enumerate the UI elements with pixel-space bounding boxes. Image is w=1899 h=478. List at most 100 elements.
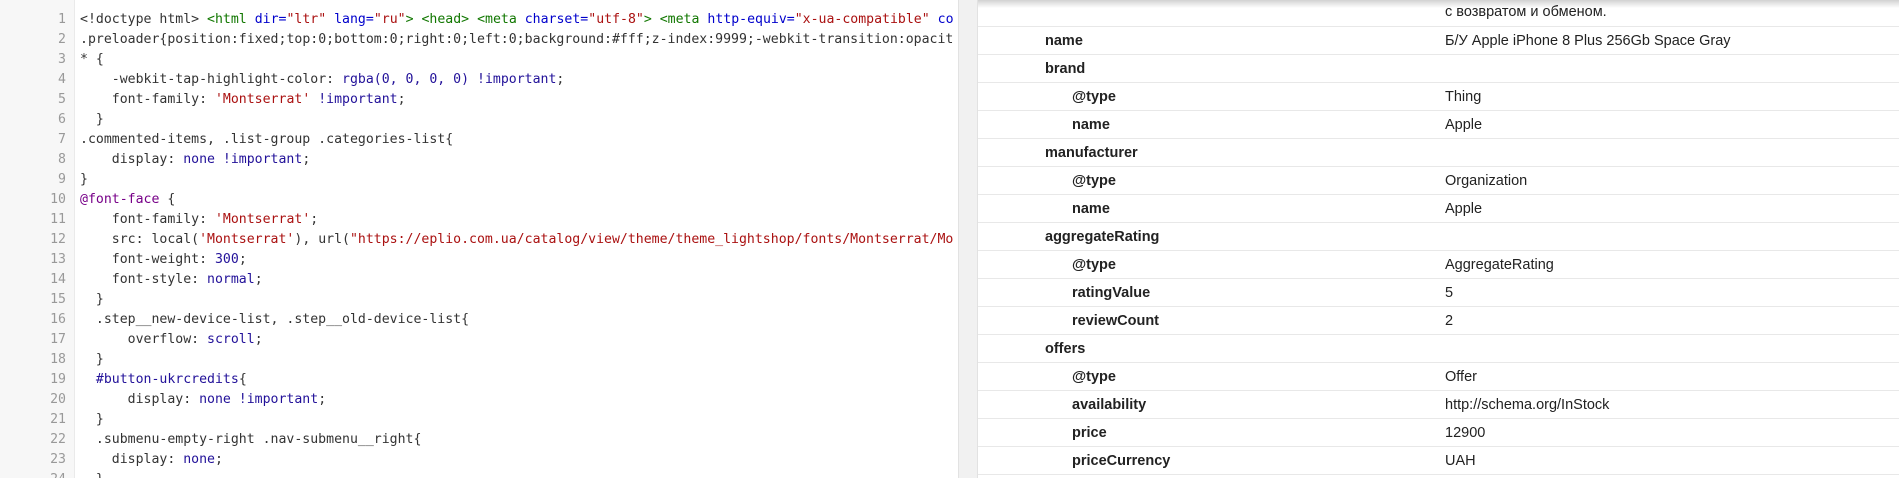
code-token: none !important — [183, 152, 303, 167]
code-text: } — [80, 170, 88, 190]
code-token: {position:fixed;top:0;bottom:0;right:0;l… — [159, 32, 954, 47]
code-token: .preloader — [80, 32, 160, 47]
code-text: -webkit-tap-highlight-color: rgba(0, 0, … — [80, 70, 565, 90]
code-line[interactable]: 6 } — [0, 110, 958, 130]
code-line[interactable]: 21 } — [0, 410, 958, 430]
code-token: } — [80, 112, 104, 127]
code-line[interactable]: 12 src: local('Montserrat'), url("https:… — [0, 230, 958, 250]
property-value: http://schema.org/InStock — [1445, 397, 1610, 413]
property-key: availability — [1072, 397, 1147, 413]
code-token: <!doctype html> — [80, 12, 208, 27]
code-token: none — [183, 452, 215, 467]
code-text: } — [80, 290, 104, 310]
code-token: <meta — [477, 12, 525, 27]
code-token: http-equiv= — [707, 12, 795, 27]
code-lines[interactable]: 1 <!doctype html> <html dir="ltr" lang="r… — [0, 10, 958, 478]
property-value: Apple — [1445, 201, 1483, 217]
pane-divider-scrollbar[interactable] — [958, 0, 978, 478]
line-number: 21 — [50, 412, 66, 427]
data-row: availability http://schema.org/InStock — [978, 391, 1899, 419]
data-row: offers — [978, 335, 1899, 363]
code-token: "ru" — [373, 12, 406, 27]
data-row: name Apple — [978, 111, 1899, 139]
data-row: @type AggregateRating — [978, 251, 1899, 279]
line-number: 18 — [50, 352, 66, 367]
code-line[interactable]: 8 display: none !important; — [0, 150, 958, 170]
line-number: 17 — [50, 332, 66, 347]
line-number: 22 — [50, 432, 66, 447]
code-line[interactable]: 18 } — [0, 350, 958, 370]
code-line[interactable]: 24 } — [0, 470, 958, 478]
code-text: .submenu-empty-right .nav-submenu__right… — [80, 430, 422, 450]
data-row: aggregateRating — [978, 223, 1899, 251]
code-line[interactable]: 5 font-family: 'Montserrat' !important; — [0, 90, 958, 110]
line-number: 7 — [58, 132, 66, 147]
code-token: none !important — [199, 392, 319, 407]
code-text: .commented-items, .list-group .categorie… — [80, 130, 453, 150]
code-token: .submenu-empty-right .nav-submenu__right… — [80, 432, 422, 447]
code-line[interactable]: 2 .preloader{position:fixed;top:0;bottom:… — [0, 30, 958, 50]
property-key: reviewCount — [1072, 313, 1160, 329]
code-token: > — [405, 12, 414, 27]
code-token: normal — [207, 272, 255, 287]
code-line[interactable]: 15 } — [0, 290, 958, 310]
code-text: font-family: 'Montserrat'; — [80, 210, 318, 230]
code-token: font-family: — [80, 212, 215, 227]
code-token: ; — [397, 92, 406, 107]
property-key: aggregateRating — [1045, 229, 1160, 245]
code-token: } — [80, 412, 104, 427]
code-token: ; — [310, 212, 319, 227]
code-token: } — [80, 472, 104, 478]
property-key: @type — [1072, 369, 1116, 385]
code-line[interactable]: 19 #button-ukrcredits{ — [0, 370, 958, 390]
code-line[interactable]: 9} — [0, 170, 958, 190]
structured-data-pane: с возвратом и обменом. name Б/У Apple iPh… — [978, 0, 1899, 478]
code-token: ; — [214, 452, 223, 467]
property-key: offers — [1045, 341, 1086, 357]
code-line[interactable]: 3 * { — [0, 50, 958, 70]
code-token: ; — [254, 272, 263, 287]
code-line[interactable]: 4 -webkit-tap-highlight-color: rgba(0, 0… — [0, 70, 958, 90]
code-token: 'Montserrat' — [214, 92, 311, 107]
property-value: 12900 — [1445, 425, 1486, 441]
code-line[interactable]: 22 .submenu-empty-right .nav-submenu__ri… — [0, 430, 958, 450]
code-text: } — [80, 470, 104, 478]
property-value: Apple — [1445, 117, 1483, 133]
code-token: font-weight: — [80, 252, 215, 267]
code-line[interactable]: 1 <!doctype html> <html dir="ltr" lang="r… — [0, 10, 958, 30]
code-token: 'Montserrat' — [199, 232, 295, 247]
data-row: reviewCount 2 — [978, 307, 1899, 335]
code-token: "utf-8" — [588, 12, 644, 27]
code-line[interactable]: 23 display: none; — [0, 450, 958, 470]
code-line[interactable]: 14 font-style: normal; — [0, 270, 958, 290]
continuation-text: с возвратом и обменом. — [1445, 4, 1607, 20]
code-token: "https://eplio.com.ua/catalog/view/theme… — [349, 232, 954, 247]
code-editor[interactable]: 1 <!doctype html> <html dir="ltr" lang="r… — [0, 0, 958, 478]
property-key: priceCurrency — [1072, 453, 1171, 469]
property-key: price — [1072, 425, 1107, 441]
code-token: #button-ukrcredits — [95, 372, 239, 387]
code-token: ), url( — [294, 232, 350, 247]
code-line[interactable]: 13 font-weight: 300; — [0, 250, 958, 270]
code-token: rgba(0, 0, 0, 0) !important — [342, 72, 557, 87]
data-row: name Apple — [978, 195, 1899, 223]
line-number: 20 — [50, 392, 66, 407]
code-token: font-family: — [80, 92, 215, 107]
code-token: <head> — [421, 12, 470, 27]
code-token: ; — [302, 152, 311, 167]
code-line[interactable]: 10 @font-face { — [0, 190, 958, 210]
data-row: @type Thing — [978, 83, 1899, 111]
code-line[interactable]: 17 overflow: scroll; — [0, 330, 958, 350]
code-line[interactable]: 16 .step__new-device-list, .step__old-de… — [0, 310, 958, 330]
code-text: font-weight: 300; — [80, 250, 247, 270]
code-line[interactable]: 20 display: none !important; — [0, 390, 958, 410]
property-key: @type — [1072, 257, 1116, 273]
line-number: 19 — [50, 372, 66, 387]
data-row: price 12900 — [978, 419, 1899, 447]
line-number: 16 — [50, 312, 66, 327]
code-line[interactable]: 11 font-family: 'Montserrat'; — [0, 210, 958, 230]
code-line[interactable]: 7 .commented-items, .list-group .categori… — [0, 130, 958, 150]
